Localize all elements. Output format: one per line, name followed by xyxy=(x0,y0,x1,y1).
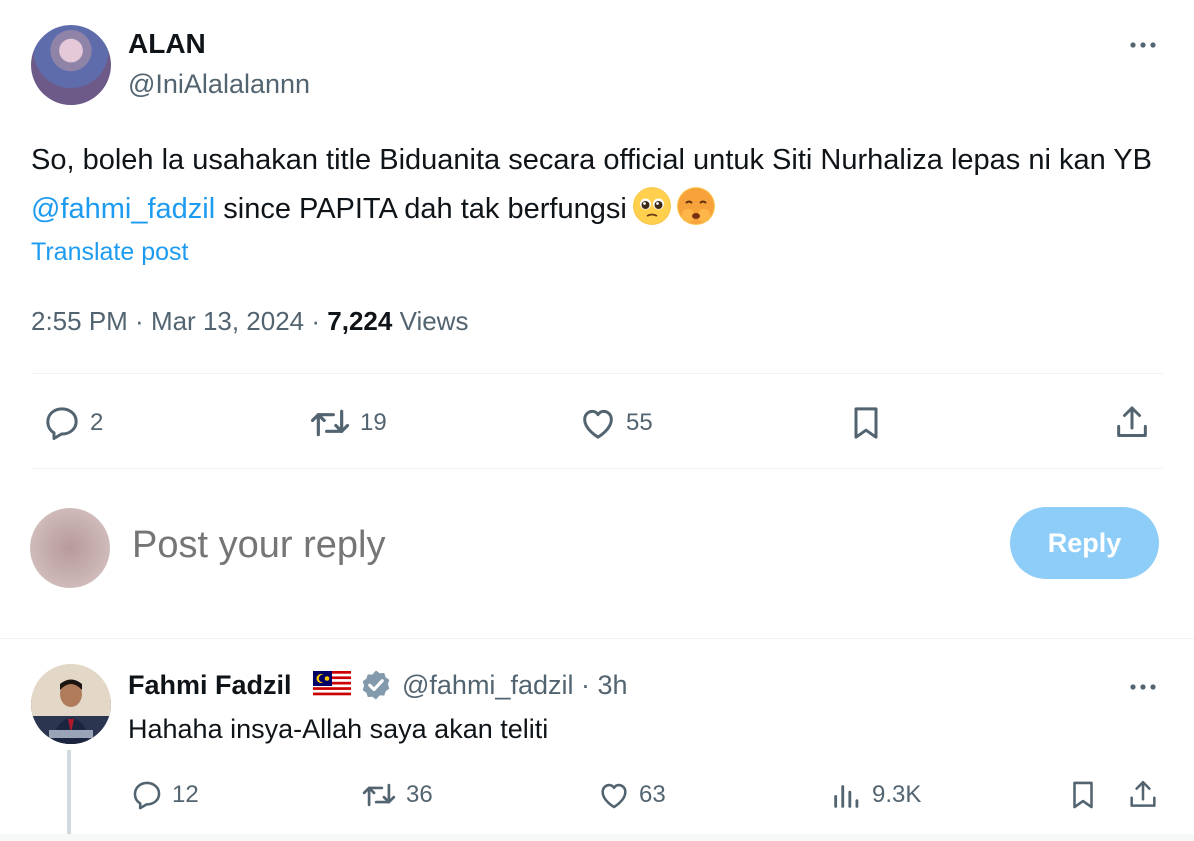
reply-views-action[interactable]: 9.3K xyxy=(830,778,921,812)
malaysia-flag-icon xyxy=(313,671,351,698)
reply-action[interactable]: 2 xyxy=(42,403,103,443)
more-icon[interactable] xyxy=(1128,30,1158,60)
repost-action[interactable]: 19 xyxy=(308,403,387,443)
reply-repost-count: 36 xyxy=(406,781,433,808)
reply-text: Hahaha insya-Allah saya akan teliti xyxy=(128,714,549,744)
reply-icon xyxy=(46,407,78,440)
face-holding-back-tears-emoji-icon xyxy=(676,187,715,225)
author-name[interactable]: ALAN xyxy=(128,26,206,62)
current-user-avatar xyxy=(30,508,110,588)
views-label: Views xyxy=(399,306,469,336)
reply-author-meta: @fahmi_fadzil · 3h xyxy=(402,670,628,700)
reply-reply-count: 12 xyxy=(172,781,199,808)
reply-like-count: 63 xyxy=(639,781,666,808)
more-icon[interactable] xyxy=(1128,672,1158,702)
reply-author-name[interactable]: Fahmi Fadzil xyxy=(128,668,292,702)
tweet-text: So, boleh la usahakan title Biduanita se… xyxy=(31,136,1161,234)
tweet-time[interactable]: 2:55 PM xyxy=(31,306,128,336)
thread-line xyxy=(67,750,71,841)
reply-like-action[interactable]: 63 xyxy=(597,778,666,812)
translate-link[interactable]: Translate post xyxy=(31,236,188,268)
verified-icon[interactable] xyxy=(359,668,393,702)
repost-icon xyxy=(362,783,396,807)
reply-author-photo xyxy=(31,664,111,744)
pleading-face-emoji-icon xyxy=(632,187,671,225)
like-count: 55 xyxy=(626,409,653,436)
reply-input[interactable] xyxy=(132,522,932,568)
view-count: 7,224 xyxy=(327,306,393,336)
tweet-text-end: since PAPITA dah tak berfungsi xyxy=(215,193,627,225)
reply-author-avatar[interactable] xyxy=(31,664,111,744)
reply-author-handle[interactable]: @fahmi_fadzil xyxy=(402,670,573,700)
reply-view-count: 9.3K xyxy=(872,781,922,808)
tweet-meta: 2:55 PM · Mar 13, 2024 · 7,224 Views xyxy=(31,306,469,336)
reply-repost-action[interactable]: 36 xyxy=(360,778,433,812)
divider xyxy=(31,373,1163,374)
share-icon[interactable] xyxy=(1112,403,1152,443)
repost-icon xyxy=(310,409,350,437)
bottom-edge xyxy=(0,834,1194,841)
like-icon xyxy=(601,783,627,809)
like-icon xyxy=(583,409,613,439)
tweet-text-start: So, boleh la usahakan title Biduanita se… xyxy=(31,144,1152,176)
bookmark-icon[interactable] xyxy=(1066,778,1100,812)
repost-count: 19 xyxy=(360,409,387,436)
reply-time[interactable]: 3h xyxy=(597,670,627,700)
reply-reply-action[interactable]: 12 xyxy=(130,778,199,812)
like-action[interactable]: 55 xyxy=(578,403,653,443)
divider xyxy=(31,468,1163,469)
reply-button[interactable]: Reply xyxy=(1010,507,1159,579)
reply-icon xyxy=(133,781,161,810)
author-avatar[interactable] xyxy=(31,25,111,105)
section-divider xyxy=(0,638,1194,639)
reply-count: 2 xyxy=(90,409,104,436)
tweet-date[interactable]: Mar 13, 2024 xyxy=(151,306,304,336)
mention-link[interactable]: @fahmi_fadzil xyxy=(31,193,215,225)
views-icon xyxy=(834,785,859,808)
author-handle[interactable]: @IniAlalalannn xyxy=(128,66,310,102)
bookmark-icon[interactable] xyxy=(846,403,886,443)
share-icon[interactable] xyxy=(1126,778,1160,812)
